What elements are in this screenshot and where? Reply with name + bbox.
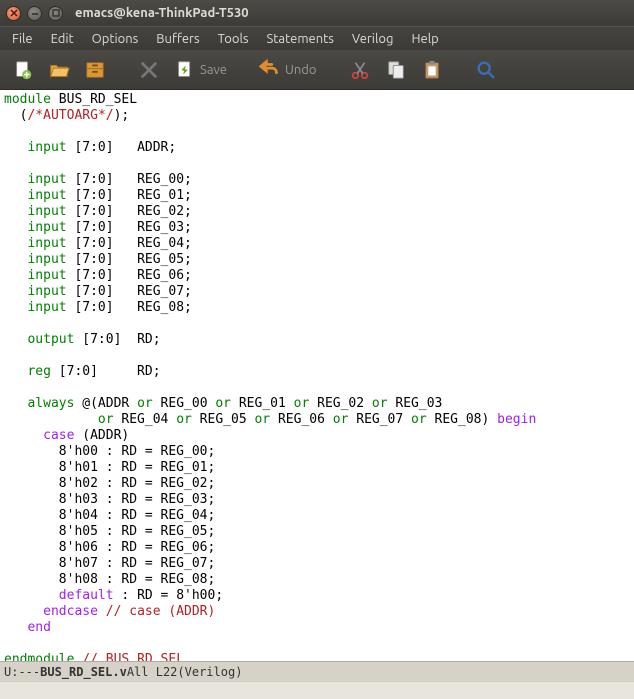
window-title: emacs@kena-ThinkPad-T530 bbox=[75, 6, 249, 20]
modeline-filename: BUS_RD_SEL.v bbox=[40, 665, 127, 679]
menu-help[interactable]: Help bbox=[403, 30, 446, 48]
menu-edit[interactable]: Edit bbox=[43, 30, 82, 48]
copy-button[interactable] bbox=[381, 55, 411, 85]
minibuffer[interactable] bbox=[0, 681, 634, 699]
save-label: Save bbox=[200, 63, 227, 77]
open-folder-button[interactable] bbox=[80, 55, 110, 85]
menu-file[interactable]: File bbox=[4, 30, 41, 48]
modeline[interactable]: U:--- BUS_RD_SEL.v All L22 (Verilog) bbox=[0, 661, 634, 681]
copy-icon bbox=[385, 59, 407, 81]
close-button[interactable] bbox=[6, 6, 21, 21]
save-icon bbox=[174, 59, 196, 81]
menu-options[interactable]: Options bbox=[84, 30, 147, 48]
modeline-state: U:--- bbox=[4, 665, 40, 679]
modeline-mode: (Verilog) bbox=[177, 665, 242, 679]
maximize-button[interactable] bbox=[48, 6, 63, 21]
undo-label: Undo bbox=[285, 63, 317, 77]
open-file-button[interactable] bbox=[44, 55, 74, 85]
editor-area[interactable]: module BUS_RD_SEL (/*AUTOARG*/); input [… bbox=[0, 90, 634, 661]
menubar: File Edit Options Buffers Tools Statemen… bbox=[0, 26, 634, 50]
folder-open-icon bbox=[48, 59, 70, 81]
kill-buffer-button[interactable] bbox=[134, 55, 164, 85]
cut-button[interactable] bbox=[345, 55, 375, 85]
paste-button[interactable] bbox=[417, 55, 447, 85]
save-button[interactable]: Save bbox=[170, 55, 231, 85]
new-file-icon bbox=[12, 59, 34, 81]
modeline-position: All L22 bbox=[127, 665, 178, 679]
menu-statements[interactable]: Statements bbox=[259, 30, 342, 48]
menu-tools[interactable]: Tools bbox=[210, 30, 257, 48]
toolbar: Save Undo bbox=[0, 50, 634, 90]
titlebar: emacs@kena-ThinkPad-T530 bbox=[0, 0, 634, 26]
window-buttons bbox=[6, 6, 63, 21]
new-file-button[interactable] bbox=[8, 55, 38, 85]
scissors-icon bbox=[349, 59, 371, 81]
undo-icon bbox=[259, 59, 281, 81]
minimize-button[interactable] bbox=[27, 6, 42, 21]
drawer-icon bbox=[84, 59, 106, 81]
search-button[interactable] bbox=[471, 55, 501, 85]
close-x-icon bbox=[138, 59, 160, 81]
menu-buffers[interactable]: Buffers bbox=[148, 30, 207, 48]
search-icon bbox=[475, 59, 497, 81]
clipboard-icon bbox=[421, 59, 443, 81]
undo-button[interactable]: Undo bbox=[255, 55, 321, 85]
menu-verilog[interactable]: Verilog bbox=[344, 30, 402, 48]
